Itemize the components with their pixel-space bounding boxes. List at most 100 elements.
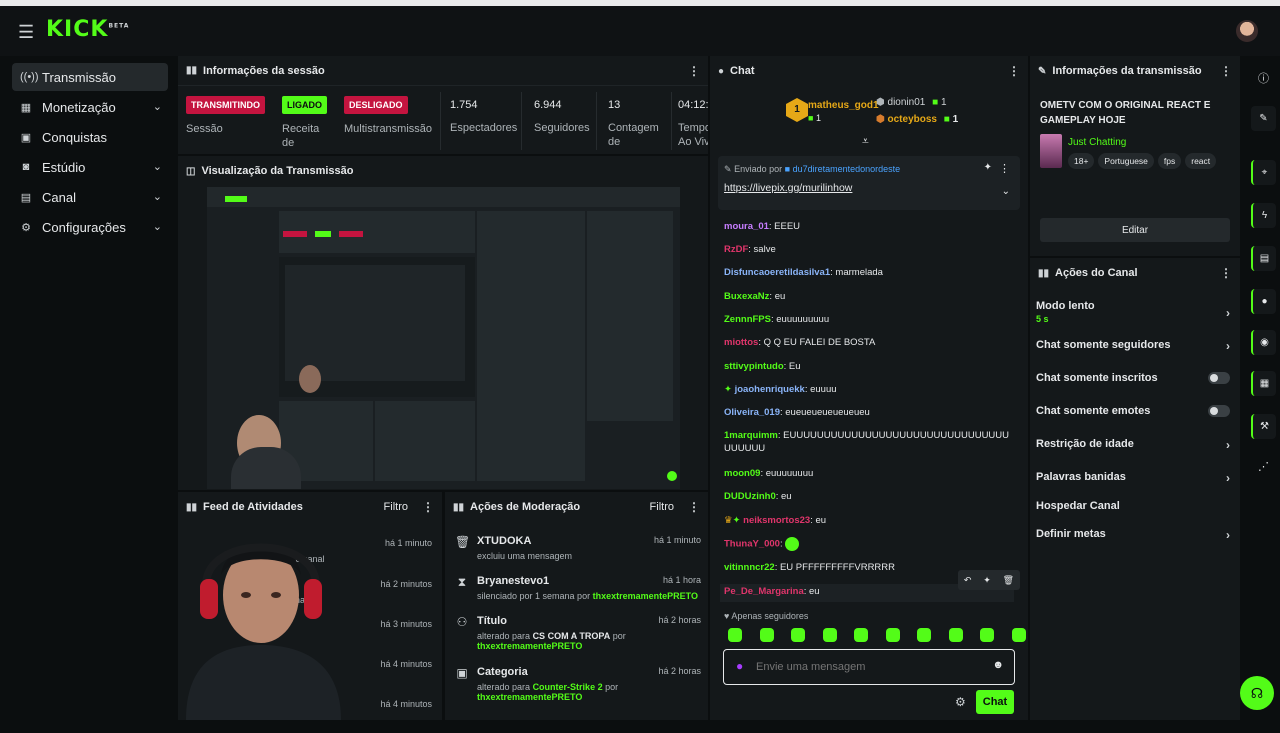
- chevron-down-icon: ⌄: [152, 161, 162, 173]
- action-subscribers-only[interactable]: Chat somente inscritos: [1036, 372, 1230, 384]
- tag[interactable]: 18+: [1068, 153, 1095, 169]
- chat-message: BuxexaNz: eu: [724, 291, 786, 302]
- reply-icon[interactable]: ↶: [964, 575, 972, 586]
- trash-icon: 🗑: [455, 535, 471, 549]
- category-thumbnail: [1040, 134, 1062, 168]
- action-age-restriction[interactable]: Restrição de idade ›: [1036, 438, 1230, 452]
- bronze-badge-icon: ⬢: [876, 114, 885, 125]
- lightning-icon[interactable]: ϟ: [1251, 203, 1276, 228]
- info-icon[interactable]: ⓘ: [1258, 70, 1269, 86]
- emote[interactable]: [980, 628, 995, 642]
- more-options-icon[interactable]: ⋮: [999, 162, 1010, 175]
- chat-message: ♛✦ neiksmortos23: eu: [724, 515, 827, 526]
- session-info-panel: ▮▮ Informações da sessão ⋮ TRANSMITINDO …: [178, 56, 708, 154]
- more-options-icon[interactable]: ⋮: [688, 64, 700, 78]
- top-gifter-name[interactable]: matheus_god1: [808, 100, 879, 111]
- more-options-icon[interactable]: ⋮: [422, 500, 434, 514]
- silver-badge-icon: ⬢: [876, 97, 885, 108]
- moderation-header: ▮▮ Ações de Moderação Filtro ⋮: [453, 500, 700, 514]
- chat-message: Oliveira_019: eueueueueueueueu: [724, 407, 870, 418]
- stream-preview-video[interactable]: [207, 187, 680, 489]
- emoji-icon[interactable]: ☻: [992, 659, 1004, 671]
- emote[interactable]: [885, 628, 900, 642]
- layout-icon[interactable]: ▦: [1251, 371, 1276, 396]
- more-options-icon[interactable]: ⋮: [688, 500, 700, 514]
- action-host-channel[interactable]: Hospedar Canal: [1036, 500, 1230, 512]
- pin-icon[interactable]: ✦: [983, 575, 991, 586]
- tag[interactable]: Portuguese: [1098, 153, 1154, 169]
- chevron-right-icon: ›: [1226, 528, 1230, 542]
- stat-tempo: 04:12: Tempo Ao Viv: [678, 99, 708, 148]
- feed-filter-button[interactable]: Filtro: [384, 501, 408, 513]
- status-badge: TRANSMITINDO: [186, 96, 265, 114]
- chat-icon[interactable]: ●: [1251, 289, 1276, 314]
- chat-message: moon09: euuuuuuuu: [724, 468, 814, 479]
- capture-icon[interactable]: ⌖: [1251, 160, 1276, 185]
- category-icon: ▣: [456, 666, 468, 680]
- collapse-icon[interactable]: ⩡: [862, 134, 869, 149]
- pin-icon[interactable]: ✦: [984, 162, 992, 173]
- chat-message: DUDUzinh0: eu: [724, 491, 792, 502]
- subscribers-only-toggle[interactable]: [1208, 372, 1230, 384]
- microphone-icon[interactable]: ●: [736, 659, 743, 673]
- emote[interactable]: [948, 628, 963, 642]
- streamer-webcam: [186, 543, 341, 720]
- kick-logo[interactable]: KICKBETA: [46, 17, 129, 42]
- stat-multistransmissao: DESLIGADO Multistransmissão: [336, 86, 436, 152]
- chat-message-input[interactable]: [756, 658, 986, 676]
- tag-list: 18+ Portuguese fps react: [1068, 153, 1217, 169]
- chevron-down-icon[interactable]: ⌄: [1002, 186, 1010, 197]
- delete-icon[interactable]: 🗑: [1003, 575, 1014, 586]
- category-link[interactable]: Just Chatting: [1068, 137, 1126, 148]
- broadcast-icon[interactable]: ◉: [1251, 330, 1276, 355]
- support-headset-icon[interactable]: ☊: [1240, 676, 1274, 710]
- hamburger-menu-icon[interactable]: ☰: [18, 22, 34, 43]
- edit-stream-button[interactable]: Editar: [1040, 218, 1230, 242]
- action-set-goals[interactable]: Definir metas ›: [1036, 528, 1230, 542]
- chat-input-box[interactable]: ● ☻: [723, 649, 1015, 685]
- chevron-down-icon: ⌄: [152, 221, 162, 233]
- action-slow-mode[interactable]: Modo lento 5 s ›: [1036, 300, 1230, 324]
- user-avatar[interactable]: [1236, 20, 1258, 42]
- action-emotes-only[interactable]: Chat somente emotes: [1036, 405, 1230, 417]
- emote[interactable]: [822, 628, 837, 642]
- document-icon[interactable]: ▤: [1251, 246, 1276, 271]
- more-options-icon[interactable]: ⋮: [1220, 64, 1232, 78]
- emote[interactable]: [791, 628, 806, 642]
- action-banned-words[interactable]: Palavras banidas ›: [1036, 471, 1230, 485]
- sidebar-item-transmissao[interactable]: ((•)) Transmissão: [12, 63, 168, 91]
- sidebar-item-conquistas[interactable]: ▣ Conquistas: [12, 123, 168, 151]
- sidebar-item-monetizacao[interactable]: ▦ Monetização ⌄: [12, 93, 168, 121]
- stream-info-header: ✎ Informações da transmissão ⋮: [1038, 64, 1232, 78]
- sidebar-item-estudio[interactable]: ◙ Estúdio ⌄: [12, 153, 168, 181]
- moderation-filter-button[interactable]: Filtro: [650, 501, 674, 513]
- sidebar-item-canal[interactable]: ▤ Canal ⌄: [12, 183, 168, 211]
- share-icon[interactable]: ⋰: [1258, 460, 1269, 473]
- chat-header: ● Chat ⋮: [718, 64, 1020, 78]
- tag[interactable]: fps: [1157, 153, 1182, 169]
- pinned-link[interactable]: https://livepix.gg/murilinhow: [724, 182, 852, 194]
- stat-sessao: TRANSMITINDO Sessão: [178, 86, 266, 152]
- action-followers-only[interactable]: Chat somente seguidores ›: [1036, 339, 1230, 353]
- more-options-icon[interactable]: ⋮: [1220, 266, 1232, 280]
- user-edit-icon: ⚇: [456, 615, 468, 629]
- chat-message: ThunaY_000:: [724, 537, 1010, 551]
- emotes-only-toggle[interactable]: [1208, 405, 1230, 417]
- emote[interactable]: [917, 628, 932, 642]
- wrench-icon[interactable]: ⚒: [1251, 414, 1276, 439]
- shield-icon: ▮▮: [453, 501, 465, 513]
- moderation-panel: ▮▮ Ações de Moderação Filtro ⋮ 🗑 XTUDOKA…: [445, 492, 708, 720]
- emote[interactable]: [759, 628, 774, 642]
- emote[interactable]: [854, 628, 869, 642]
- sidebar-item-configuracoes[interactable]: ⚙ Configurações ⌄: [12, 213, 168, 241]
- more-options-icon[interactable]: ⋮: [1008, 64, 1020, 78]
- chevron-right-icon: ›: [1226, 306, 1230, 320]
- money-icon: ▦: [20, 101, 32, 114]
- chat-settings-icon[interactable]: ⚙: [955, 695, 966, 709]
- chat-message: 1marquimm: EUUUUUUUUUUUUUUUUUUUUUUUUUUUU…: [724, 430, 1010, 454]
- tag[interactable]: react: [1185, 153, 1217, 169]
- emote[interactable]: [1011, 628, 1026, 642]
- emote[interactable]: [728, 628, 742, 642]
- edit-tool-icon[interactable]: ✎: [1251, 106, 1276, 131]
- send-chat-button[interactable]: Chat: [976, 690, 1014, 714]
